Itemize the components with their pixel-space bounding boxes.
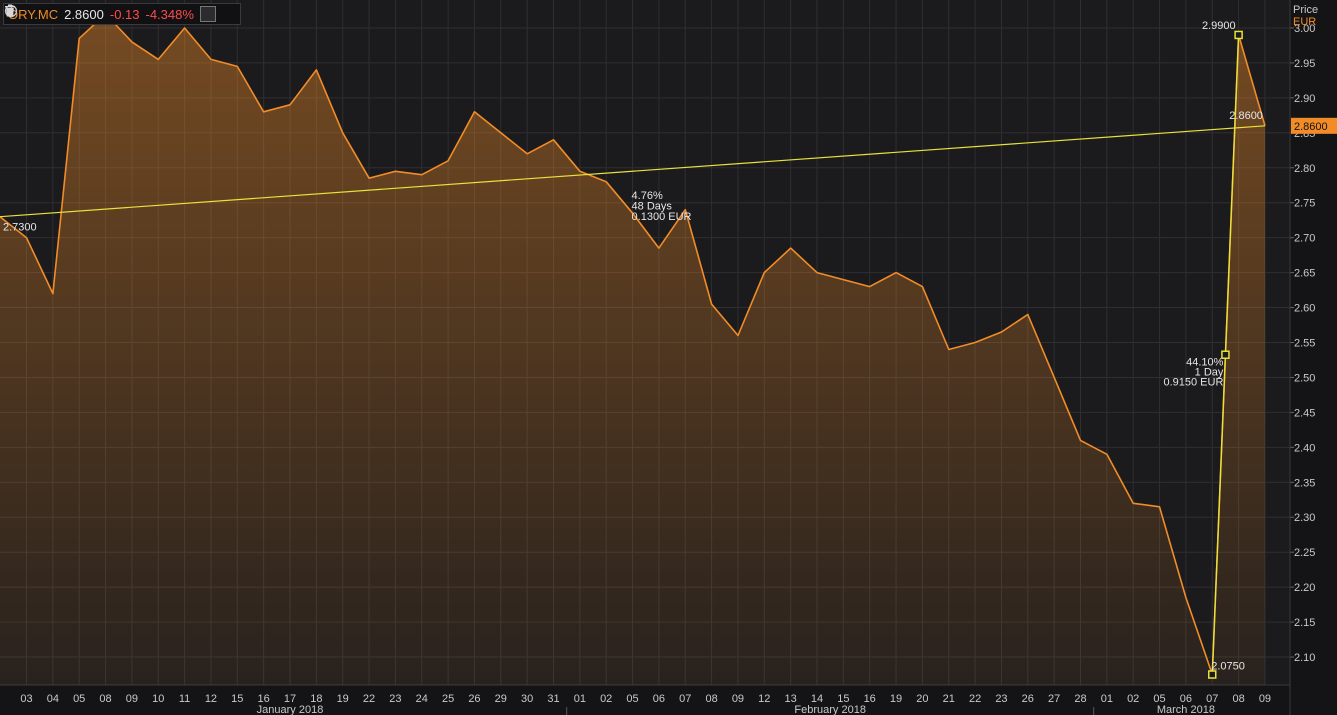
- x-tick-label: 19: [337, 693, 349, 705]
- trend-info-line: 0.1300 EUR: [632, 211, 692, 223]
- y-tick-label: 2.50: [1294, 372, 1315, 384]
- trend-end-label: 2.8600: [1229, 110, 1263, 122]
- x-tick-label: 02: [600, 693, 612, 705]
- x-tick-label: 27: [1048, 693, 1060, 705]
- trend-start-label: 2.7300: [3, 222, 37, 234]
- x-tick-label: 10: [152, 693, 164, 705]
- ticker-bar: ORY.MC 2.8600 -0.13 -4.348%: [3, 3, 241, 25]
- y-tick-label: 2.45: [1294, 407, 1315, 419]
- x-tick-label: 11: [179, 693, 190, 705]
- price-axis-label: Price: [1293, 4, 1319, 16]
- y-tick-label: 2.90: [1294, 93, 1315, 105]
- jump-info-line: 0.9150 EUR: [1163, 377, 1223, 389]
- chevron-down-icon[interactable]: [5, 6, 216, 22]
- x-tick-label: 21: [943, 693, 955, 705]
- x-tick-label: 15: [231, 693, 243, 705]
- x-axis-area: [0, 685, 1290, 715]
- x-tick-label: 22: [363, 693, 375, 705]
- x-tick-label: 03: [20, 693, 32, 705]
- x-tick-label: 30: [521, 693, 533, 705]
- x-tick-label: 19: [890, 693, 902, 705]
- y-tick-label: 2.20: [1294, 582, 1315, 594]
- x-tick-label: 26: [468, 693, 480, 705]
- ticker-change: -0.13: [109, 6, 140, 22]
- y-tick-label: 2.55: [1294, 338, 1315, 350]
- x-tick-label: 25: [442, 693, 454, 705]
- x-tick-label: 05: [73, 693, 85, 705]
- x-tick-label: 09: [732, 693, 744, 705]
- chart-root: 2.10 2.15 2.20 2.25 2.30 2.35 2.40 2.45 2.50 2.55…: [0, 0, 1337, 715]
- y-tick-label: 2.25: [1294, 547, 1315, 559]
- x-tick-label: 26: [1022, 693, 1034, 705]
- x-tick-label: 23: [389, 693, 401, 705]
- x-tick-label: 12: [205, 693, 217, 705]
- x-tick-label: 05: [626, 693, 638, 705]
- price-axis-currency: EUR: [1293, 16, 1317, 28]
- x-tick-label: 23: [995, 693, 1007, 705]
- x-tick-label: 12: [758, 693, 770, 705]
- month-label: March 2018: [1157, 704, 1215, 715]
- x-tick-label: 20: [916, 693, 928, 705]
- x-tick-label: 04: [47, 693, 59, 705]
- y-tick-label: 2.70: [1294, 233, 1315, 245]
- price-axis-header: Price EUR: [1293, 4, 1318, 28]
- x-tick-label: 01: [574, 693, 586, 705]
- trash-icon[interactable]: [5, 4, 236, 21]
- y-tick-label: 2.10: [1294, 652, 1315, 664]
- x-tick-label: 02: [1127, 693, 1139, 705]
- y-tick-label: 2.40: [1294, 442, 1315, 454]
- x-tick-label: 29: [495, 693, 507, 705]
- x-tick-label: 07: [679, 693, 691, 705]
- x-tick-label: 22: [969, 693, 981, 705]
- y-tick-label: 2.75: [1294, 198, 1315, 210]
- x-tick-label: 01: [1101, 693, 1113, 705]
- ticker-change-percent: -4.348%: [145, 6, 194, 22]
- last-price-label: 2.8600: [1294, 121, 1328, 133]
- x-tick-label: 08: [1232, 693, 1244, 705]
- y-axis-area: [1290, 0, 1337, 715]
- ticker-price: 2.8600: [64, 6, 104, 22]
- x-tick-label: 08: [99, 693, 111, 705]
- x-tick-label: 06: [653, 693, 665, 705]
- x-tick-label: 08: [705, 693, 717, 705]
- x-tick-label: 28: [1074, 693, 1086, 705]
- x-tick-label: 09: [1259, 693, 1271, 705]
- x-tick-label: 24: [416, 693, 428, 705]
- month-label: January 2018: [257, 704, 324, 715]
- y-tick-label: 2.30: [1294, 512, 1315, 524]
- y-tick-label: 2.60: [1294, 303, 1315, 315]
- jump-high-label: 2.9900: [1202, 20, 1236, 32]
- x-tick-label: 09: [126, 693, 138, 705]
- y-tick-label: 2.15: [1294, 617, 1315, 629]
- x-tick-label: 31: [547, 693, 559, 705]
- month-label: February 2018: [794, 704, 866, 715]
- jump-high-handle: [1234, 30, 1243, 40]
- y-tick-label: 2.65: [1294, 268, 1315, 280]
- price-chart[interactable]: 2.10 2.15 2.20 2.25 2.30 2.35 2.40 2.45 2.50 2.55…: [0, 0, 1337, 715]
- y-tick-label: 2.95: [1294, 58, 1315, 70]
- y-tick-label: 2.80: [1294, 163, 1315, 175]
- y-tick-label: 2.35: [1294, 477, 1315, 489]
- jump-low-label: 2.0750: [1211, 661, 1245, 673]
